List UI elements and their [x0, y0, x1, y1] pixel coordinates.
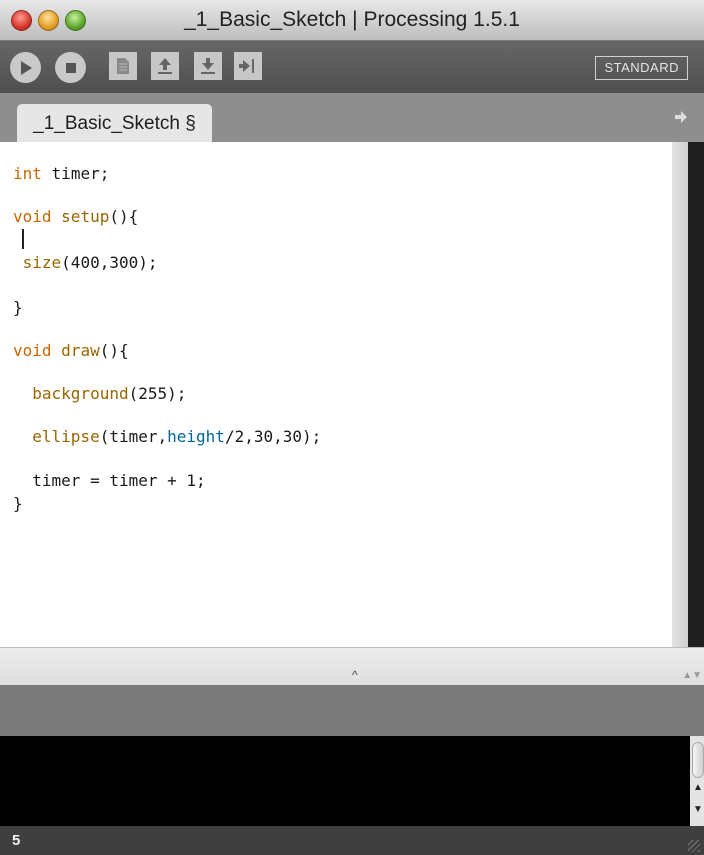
- window-title: _1_Basic_Sketch | Processing 1.5.1: [184, 8, 520, 31]
- code-text: (400,300);: [61, 253, 158, 272]
- arrow-right-icon: [675, 111, 687, 123]
- code-text: timer;: [51, 164, 110, 183]
- open-arrow-up-icon: [158, 58, 172, 74]
- function-setup: setup: [61, 207, 110, 226]
- open-button[interactable]: [151, 52, 179, 80]
- scroll-up-icon[interactable]: ▲: [693, 782, 703, 793]
- code-line-2: void setup(){: [13, 207, 138, 226]
- code-text: (){: [99, 341, 129, 360]
- play-icon: [20, 60, 32, 75]
- text-caret: [22, 229, 24, 249]
- run-button[interactable]: [10, 52, 41, 83]
- title-bar: _1_Basic_Sketch | Processing 1.5.1: [0, 0, 704, 41]
- scroll-arrows-icon[interactable]: ▲▼: [682, 670, 702, 681]
- collapse-handle-icon[interactable]: ^: [352, 668, 358, 682]
- function-size: size: [22, 253, 62, 272]
- message-area: [0, 685, 704, 736]
- tab-sketch[interactable]: _1_Basic_Sketch §: [17, 104, 212, 142]
- tab-menu-button[interactable]: [670, 106, 692, 128]
- tab-bar: _1_Basic_Sketch §: [0, 93, 704, 142]
- stop-button[interactable]: [55, 52, 86, 83]
- save-button[interactable]: [194, 52, 222, 80]
- code-text: }: [13, 494, 23, 513]
- code-text: (255);: [128, 384, 187, 403]
- minimize-window-button[interactable]: [38, 10, 59, 31]
- close-window-button[interactable]: [11, 10, 32, 31]
- function-ellipse: ellipse: [32, 427, 100, 446]
- code-text: (timer,: [99, 427, 168, 446]
- code-text: /2,30,30);: [224, 427, 322, 446]
- keyword-int: int: [13, 164, 42, 183]
- console-output[interactable]: [0, 736, 690, 826]
- function-background: background: [32, 384, 129, 403]
- code-line-1: int timer;: [13, 164, 109, 183]
- code-editor[interactable]: int timer; void setup(){ size(400,300); …: [0, 142, 688, 647]
- mode-selector-button[interactable]: STANDARD: [595, 56, 688, 80]
- code-line-4: }: [13, 298, 23, 317]
- keyword-void: void: [13, 207, 52, 226]
- status-bar: 5: [0, 826, 704, 855]
- code-line-8: timer = timer + 1;: [13, 471, 206, 490]
- scroll-down-icon[interactable]: ▼: [693, 804, 703, 815]
- code-text: timer = timer + 1;: [13, 471, 206, 490]
- new-document-icon: [117, 58, 129, 74]
- scrollbar-thumb[interactable]: [692, 742, 704, 778]
- code-line-9: }: [13, 494, 23, 513]
- builtin-height: height: [167, 427, 225, 446]
- code-line-3: size(400,300);: [13, 253, 158, 272]
- console-scrollbar[interactable]: ▲ ▼: [690, 736, 704, 826]
- editor-right-gutter: [672, 142, 688, 647]
- processing-window: _1_Basic_Sketch | Processing 1.5.1 STAND…: [0, 0, 704, 855]
- save-arrow-down-icon: [201, 58, 215, 74]
- function-draw: draw: [61, 341, 100, 360]
- code-line-6: background(255);: [13, 384, 186, 403]
- code-text: }: [13, 298, 23, 317]
- zoom-window-button[interactable]: [65, 10, 86, 31]
- stop-icon: [65, 62, 76, 73]
- export-arrow-icon: [239, 59, 254, 73]
- export-button[interactable]: [234, 52, 262, 80]
- keyword-void: void: [13, 341, 52, 360]
- new-button[interactable]: [109, 52, 137, 80]
- line-number-indicator: 5: [12, 832, 21, 849]
- code-line-5: void draw(){: [13, 341, 129, 360]
- resize-grip-icon[interactable]: [688, 840, 700, 852]
- code-line-7: ellipse(timer,height/2,30,30);: [13, 427, 321, 446]
- toolbar: STANDARD: [0, 41, 704, 93]
- editor-console-divider[interactable]: ^ ▲▼: [0, 647, 704, 686]
- code-text: (){: [109, 207, 139, 226]
